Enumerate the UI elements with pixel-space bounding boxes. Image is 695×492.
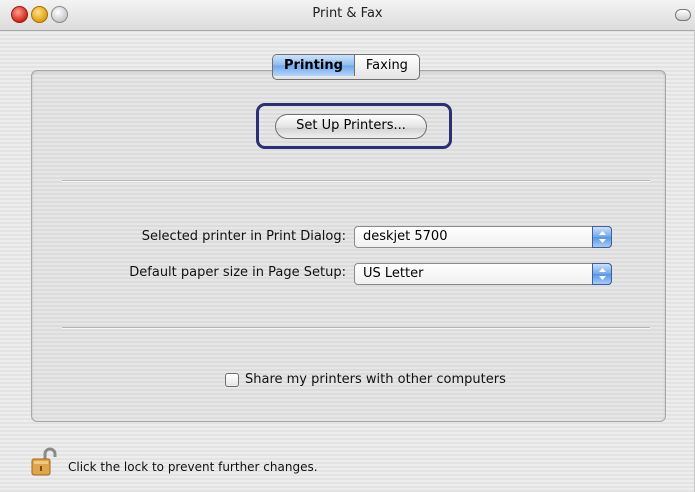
lock-status-text: Click the lock to prevent further change… (68, 460, 318, 474)
window-title: Print & Fax (312, 6, 383, 21)
paper-size-popup[interactable]: US Letter (354, 263, 612, 285)
separator (62, 180, 650, 182)
tab-bar: Printing Faxing (272, 54, 420, 80)
separator (62, 327, 650, 329)
tab-printing[interactable]: Printing (273, 55, 355, 76)
paper-size-label: Default paper size in Page Setup: (129, 265, 346, 280)
title-bar[interactable]: Print & Fax (0, 0, 695, 31)
lock-open-icon[interactable] (30, 447, 58, 477)
share-printers-label[interactable]: Share my printers with other computers (245, 372, 506, 387)
paper-size-value: US Letter (363, 266, 424, 281)
print-fax-window: Print & Fax Printing Faxing Set Up Print… (0, 0, 695, 492)
set-up-printers-button[interactable]: Set Up Printers... (275, 114, 427, 139)
share-printers-checkbox[interactable] (225, 373, 239, 387)
tab-faxing[interactable]: Faxing (355, 55, 419, 76)
popup-arrows-icon (592, 263, 612, 285)
selected-printer-popup[interactable]: deskjet 5700 (354, 226, 612, 248)
selected-printer-value: deskjet 5700 (363, 229, 448, 244)
toolbar-toggle-button[interactable] (675, 9, 691, 21)
selected-printer-label: Selected printer in Print Dialog: (141, 229, 346, 244)
popup-arrows-icon (592, 226, 612, 248)
